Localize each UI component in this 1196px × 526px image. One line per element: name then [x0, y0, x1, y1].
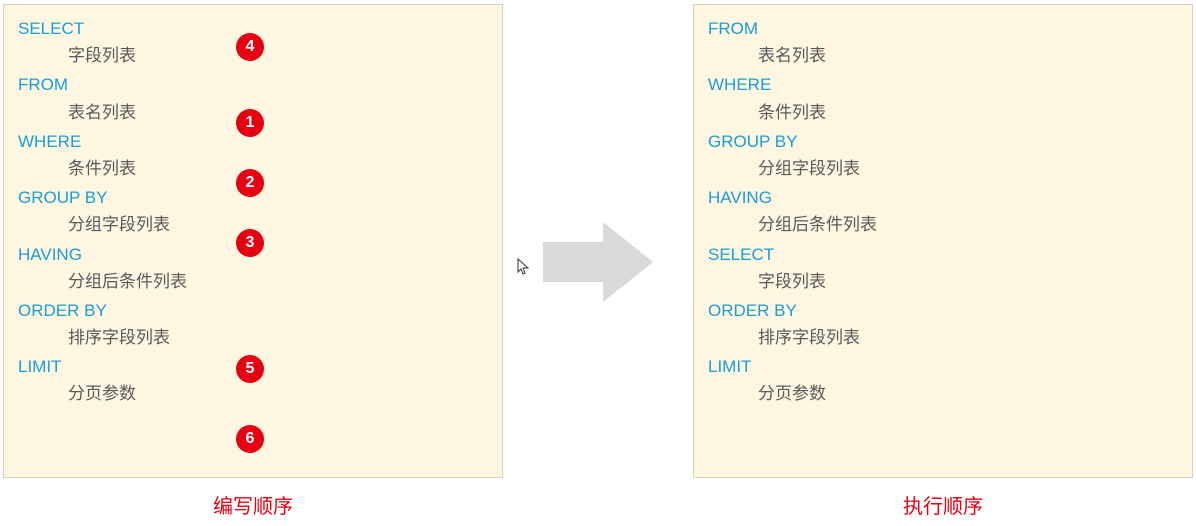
clause-group-by: GROUP BY分组字段列表	[708, 128, 1178, 182]
order-badge-5: 5	[236, 355, 264, 383]
sql-desc: 分页参数	[18, 380, 488, 407]
right-column: FROM表名列表WHERE条件列表GROUP BY分组字段列表HAVING分组后…	[693, 4, 1193, 519]
clause-limit: LIMIT分页参数	[708, 353, 1178, 407]
sql-desc: 字段列表	[708, 268, 1178, 295]
clause-having: HAVING分组后条件列表	[708, 184, 1178, 238]
writing-order-panel: SELECT字段列表FROM表名列表WHERE条件列表GROUP BY分组字段列…	[3, 4, 503, 478]
order-badge-4: 4	[236, 33, 264, 61]
sql-desc: 排序字段列表	[708, 324, 1178, 351]
clause-where: WHERE条件列表	[708, 71, 1178, 125]
sql-desc: 表名列表	[708, 42, 1178, 69]
sql-desc: 排序字段列表	[18, 324, 488, 351]
order-badge-2: 2	[236, 169, 264, 197]
sql-desc: 分组后条件列表	[708, 211, 1178, 238]
sql-desc: 条件列表	[708, 99, 1178, 126]
sql-keyword: FROM	[18, 71, 488, 98]
clause-select: SELECT字段列表	[708, 241, 1178, 295]
sql-desc: 分组字段列表	[708, 155, 1178, 182]
left-caption: 编写顺序	[213, 490, 293, 519]
sql-keyword: SELECT	[708, 241, 1178, 268]
sql-keyword: ORDER BY	[18, 297, 488, 324]
left-column: SELECT字段列表FROM表名列表WHERE条件列表GROUP BY分组字段列…	[3, 4, 503, 519]
right-caption: 执行顺序	[903, 490, 983, 519]
order-badge-6: 6	[236, 425, 264, 453]
sql-keyword: ORDER BY	[708, 297, 1178, 324]
order-badge-1: 1	[236, 109, 264, 137]
order-badge-3: 3	[236, 229, 264, 257]
sql-keyword: WHERE	[708, 71, 1178, 98]
arrow-right-icon	[543, 222, 653, 302]
sql-keyword: HAVING	[708, 184, 1178, 211]
diagram-container: SELECT字段列表FROM表名列表WHERE条件列表GROUP BY分组字段列…	[0, 0, 1196, 519]
sql-desc: 分页参数	[708, 380, 1178, 407]
sql-desc: 分组后条件列表	[18, 268, 488, 295]
arrow-zone	[543, 222, 653, 302]
clause-from: FROM表名列表	[708, 15, 1178, 69]
sql-keyword: FROM	[708, 15, 1178, 42]
execution-order-panel: FROM表名列表WHERE条件列表GROUP BY分组字段列表HAVING分组后…	[693, 4, 1193, 478]
sql-keyword: LIMIT	[708, 353, 1178, 380]
clause-order-by: ORDER BY排序字段列表	[18, 297, 488, 351]
clause-order-by: ORDER BY排序字段列表	[708, 297, 1178, 351]
sql-keyword: GROUP BY	[708, 128, 1178, 155]
